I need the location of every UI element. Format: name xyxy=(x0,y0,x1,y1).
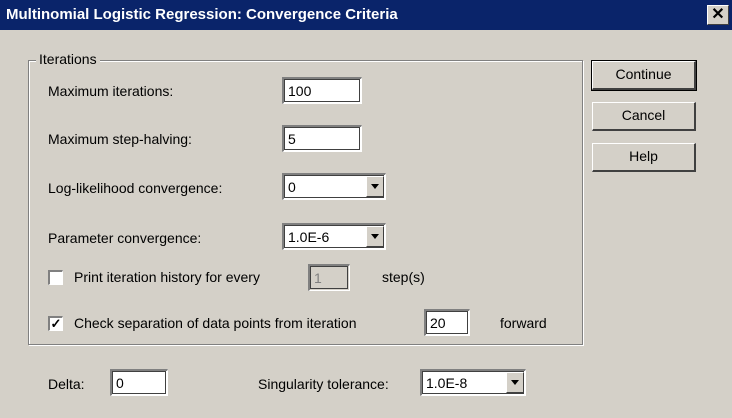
check-separation-label: Check separation of data points from ite… xyxy=(74,315,357,331)
help-button[interactable]: Help xyxy=(592,143,696,172)
close-button[interactable]: ✕ xyxy=(707,5,729,25)
loglik-convergence-select[interactable]: 0 xyxy=(282,173,386,200)
singularity-tolerance-select[interactable]: 1.0E-8 xyxy=(420,369,526,396)
max-iterations-label: Maximum iterations: xyxy=(48,83,174,99)
max-step-halving-input[interactable]: 5 xyxy=(282,125,362,152)
delta-label: Delta: xyxy=(48,376,85,392)
title-bar[interactable]: Multinomial Logistic Regression: Converg… xyxy=(0,0,732,30)
check-separation-iteration-input[interactable]: 20 xyxy=(424,309,470,336)
continue-button[interactable]: Continue xyxy=(591,60,697,91)
max-step-halving-label: Maximum step-halving: xyxy=(48,131,192,147)
print-history-steps-input[interactable]: 1 xyxy=(308,264,350,291)
print-history-label: Print iteration history for every xyxy=(74,269,260,285)
print-history-suffix: step(s) xyxy=(382,269,425,285)
iterations-group-label: Iterations xyxy=(36,51,100,67)
check-separation-checkbox[interactable]: ✓ xyxy=(48,316,63,331)
check-separation-suffix: forward xyxy=(500,315,547,331)
chevron-down-icon[interactable] xyxy=(366,226,384,247)
loglik-convergence-label: Log-likelihood convergence: xyxy=(48,180,223,196)
singularity-tolerance-label: Singularity tolerance: xyxy=(258,376,389,392)
print-history-checkbox[interactable] xyxy=(48,270,63,285)
param-convergence-label: Parameter convergence: xyxy=(48,230,202,246)
close-icon: ✕ xyxy=(711,6,725,23)
window-title: Multinomial Logistic Regression: Converg… xyxy=(6,6,398,23)
convergence-criteria-dialog: Multinomial Logistic Regression: Converg… xyxy=(0,0,732,418)
chevron-down-icon[interactable] xyxy=(506,372,524,393)
chevron-down-icon[interactable] xyxy=(366,176,384,197)
param-convergence-select[interactable]: 1.0E-6 xyxy=(282,223,386,250)
max-iterations-input[interactable]: 100 xyxy=(282,77,362,104)
delta-input[interactable]: 0 xyxy=(110,369,168,396)
cancel-button[interactable]: Cancel xyxy=(592,102,696,131)
checkmark-icon: ✓ xyxy=(50,316,62,331)
